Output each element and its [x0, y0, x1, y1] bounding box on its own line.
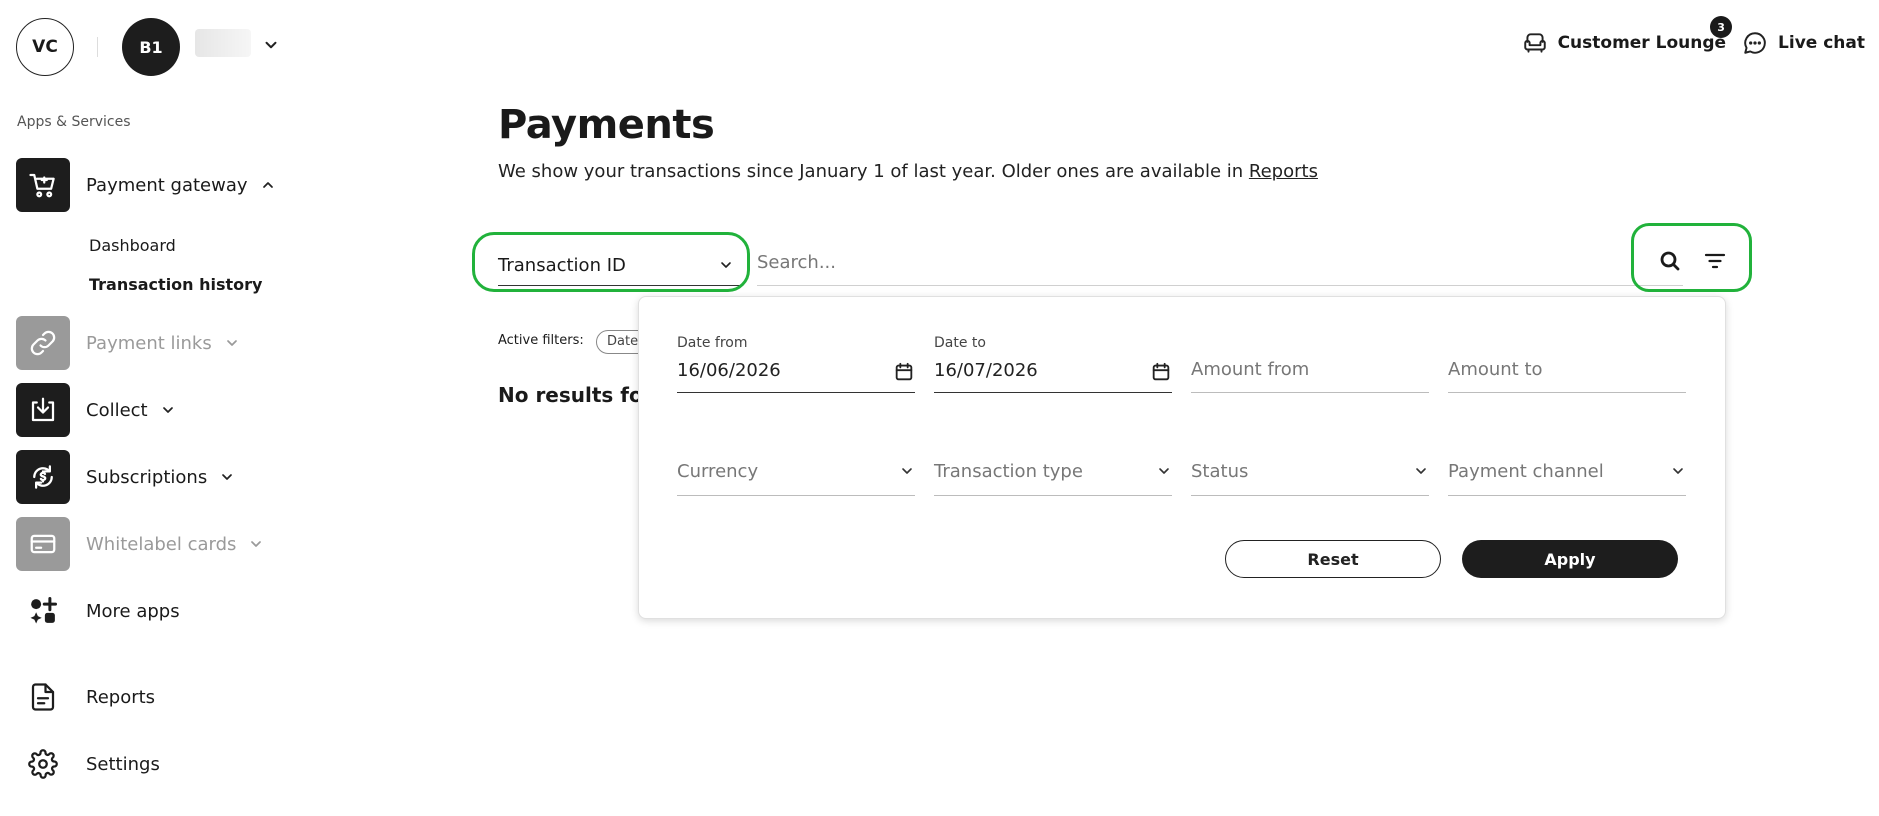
payment-channel-select[interactable]: Payment channel — [1448, 457, 1686, 496]
user-avatar[interactable]: VC — [16, 18, 74, 76]
chevron-down-icon[interactable] — [262, 36, 280, 54]
chat-bubble-icon — [1744, 32, 1766, 54]
live-chat-label: Live chat — [1778, 33, 1865, 53]
sidebar-item-label: Settings — [86, 753, 160, 775]
search-type-value: Transaction ID — [498, 254, 626, 276]
search-icon — [1660, 251, 1680, 271]
sidebar-item-label: Reports — [86, 686, 156, 708]
date-from-field[interactable]: Date from 16/06/2026 — [677, 335, 915, 393]
chevron-up-icon — [262, 182, 273, 188]
sidebar-item-settings[interactable]: Settings — [28, 749, 160, 779]
header-actions: Customer Lounge 3 Live chat — [1522, 16, 1865, 56]
customer-lounge-link[interactable]: Customer Lounge 3 — [1522, 16, 1733, 56]
account-avatar[interactable]: B1 — [122, 18, 180, 76]
date-to-label: Date to — [934, 335, 986, 351]
recurring-dollar-icon — [16, 450, 70, 504]
sidebar-item-payment-links[interactable]: Payment links — [16, 316, 240, 370]
page-title: Payments — [498, 102, 715, 148]
date-from-label: Date from — [677, 335, 748, 351]
sidebar-item-collect[interactable]: Collect — [16, 383, 176, 437]
currency-select[interactable]: Currency — [677, 457, 915, 496]
search-input[interactable] — [757, 240, 1683, 286]
document-icon — [31, 683, 55, 711]
account-name-redacted — [195, 29, 251, 57]
status-placeholder: Status — [1191, 461, 1249, 482]
transaction-type-placeholder: Transaction type — [934, 461, 1083, 482]
chevron-down-icon — [1159, 468, 1169, 474]
sidebar-item-label: More apps — [86, 600, 180, 622]
sidebar-item-more-apps[interactable]: More apps — [28, 596, 180, 626]
sidebar-item-label: Payment gateway — [86, 174, 248, 196]
chevron-down-icon — [1416, 468, 1426, 474]
amount-from-placeholder: Amount from — [1191, 359, 1310, 380]
reset-button[interactable]: Reset — [1225, 540, 1441, 578]
sidebar-item-payment-gateway[interactable]: Payment gateway — [16, 158, 276, 212]
amount-from-field[interactable]: Amount from — [1191, 335, 1429, 393]
notification-badge: 3 — [1710, 16, 1733, 38]
sidebar-heading: Apps & Services — [17, 114, 131, 130]
chevron-down-icon — [721, 262, 731, 268]
armchair-icon — [1523, 33, 1546, 53]
apps-grid-icon — [30, 597, 57, 624]
chevron-down-icon — [226, 340, 237, 346]
date-to-field[interactable]: Date to 16/07/2026 — [934, 335, 1172, 393]
page-description: We show your transactions since January … — [498, 161, 1318, 182]
cart-icon — [16, 158, 70, 212]
chevron-down-icon — [162, 407, 173, 413]
calendar-icon[interactable] — [1150, 361, 1172, 383]
search-type-select[interactable]: Transaction ID — [498, 245, 740, 286]
header-divider — [97, 37, 98, 57]
sidebar-subitem-dashboard[interactable]: Dashboard — [89, 236, 176, 255]
status-select[interactable]: Status — [1191, 457, 1429, 496]
chevron-down-icon — [222, 474, 233, 480]
card-icon — [16, 517, 70, 571]
transaction-type-select[interactable]: Transaction type — [934, 457, 1172, 496]
sidebar-item-subscriptions[interactable]: Subscriptions — [16, 450, 235, 504]
live-chat-link[interactable]: Live chat — [1742, 30, 1865, 56]
reports-link[interactable]: Reports — [1249, 161, 1318, 182]
apply-button[interactable]: Apply — [1462, 540, 1678, 578]
sidebar-item-label: Subscriptions — [86, 466, 208, 488]
amount-to-field[interactable]: Amount to — [1448, 335, 1686, 393]
sidebar-item-label: Whitelabel cards — [86, 533, 237, 555]
download-tray-icon — [16, 383, 70, 437]
currency-placeholder: Currency — [677, 461, 759, 482]
calendar-icon[interactable] — [893, 361, 915, 383]
customer-lounge-label: Customer Lounge — [1557, 33, 1727, 53]
sidebar-item-whitelabel-cards[interactable]: Whitelabel cards — [16, 517, 264, 571]
sidebar-item-reports[interactable]: Reports — [28, 682, 155, 712]
chevron-down-icon — [902, 468, 912, 474]
chevron-down-icon — [251, 541, 262, 547]
date-from-value: 16/06/2026 — [677, 360, 781, 381]
link-icon — [16, 316, 70, 370]
payment-channel-placeholder: Payment channel — [1448, 461, 1604, 482]
amount-to-placeholder: Amount to — [1448, 359, 1543, 380]
filter-lines-icon — [1704, 253, 1726, 269]
sidebar-item-label: Collect — [86, 399, 148, 421]
sidebar-item-label: Payment links — [86, 332, 212, 354]
chevron-down-icon — [1673, 468, 1683, 474]
active-filters-label: Active filters: — [498, 333, 584, 348]
filter-button[interactable] — [1699, 245, 1731, 277]
gear-icon — [28, 749, 58, 779]
search-button[interactable] — [1654, 245, 1686, 277]
filter-panel: Date from 16/06/2026 Date to 16/07/2026 … — [638, 296, 1726, 619]
sidebar-subitem-transaction-history[interactable]: Transaction history — [89, 275, 262, 294]
date-to-value: 16/07/2026 — [934, 360, 1038, 381]
page-description-text: We show your transactions since January … — [498, 161, 1249, 182]
